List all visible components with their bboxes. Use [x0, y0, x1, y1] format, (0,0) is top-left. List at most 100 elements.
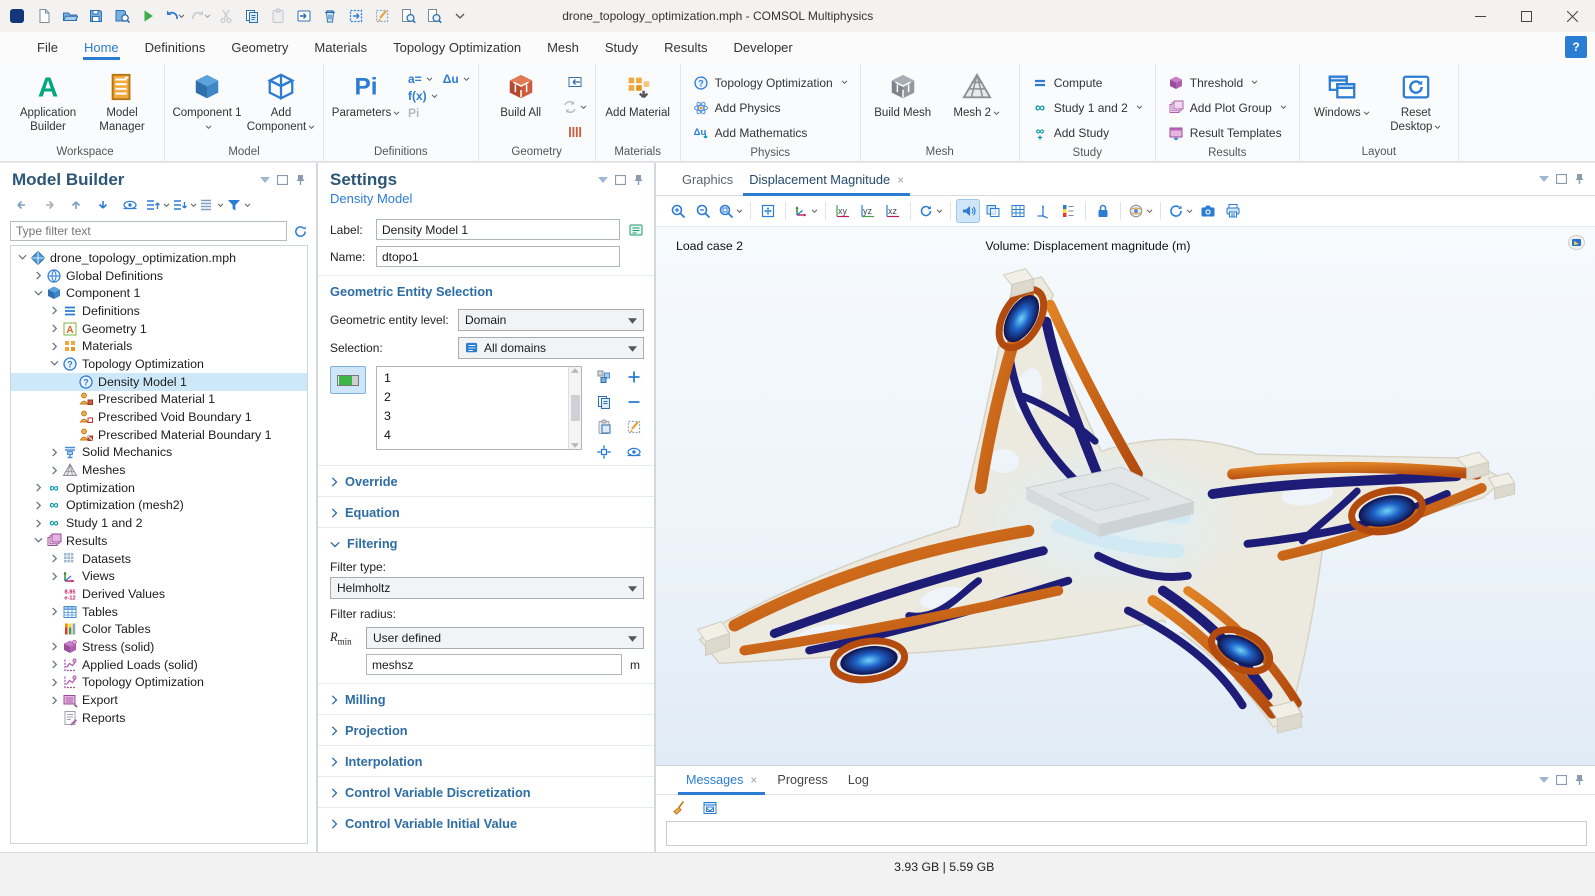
refresh-filter-icon[interactable]	[293, 224, 308, 239]
chevron-right-icon[interactable]	[47, 342, 61, 351]
panel-pin-button[interactable]	[633, 174, 644, 186]
chevron-right-icon[interactable]	[47, 554, 61, 563]
panel-float-button[interactable]	[277, 175, 288, 185]
view-xy-button[interactable]: xy	[831, 199, 855, 223]
chevron-right-icon[interactable]	[47, 607, 61, 616]
tree-item-reports[interactable]: Reports	[11, 709, 307, 727]
tree-filter-input[interactable]	[10, 221, 287, 241]
rotate-view-button[interactable]	[916, 199, 945, 223]
entity-level-select[interactable]: Domain	[458, 309, 644, 331]
menu-tab-study[interactable]: Study	[592, 34, 651, 60]
update-plot-button[interactable]	[1166, 199, 1195, 223]
copy-selection-button[interactable]	[592, 391, 616, 413]
tree-item-optimization-mesh2-[interactable]: ∞Optimization (mesh2)	[11, 497, 307, 515]
tree-item-prescribed-material-boundary-1[interactable]: Prescribed Material Boundary 1	[11, 426, 307, 444]
section-control-variable-discretization[interactable]: Control Variable Discretization	[318, 776, 654, 807]
windows-button[interactable]: Windows	[1306, 66, 1378, 120]
add-physics-button[interactable]: Add Physics	[687, 95, 854, 120]
menu-tab-results[interactable]: Results	[651, 34, 720, 60]
panel-options-button[interactable]	[260, 177, 270, 183]
menu-tab-definitions[interactable]: Definitions	[132, 34, 219, 60]
nav-forward-button[interactable]	[37, 194, 61, 216]
u-button[interactable]: Δu	[443, 72, 470, 86]
chevron-right-icon[interactable]	[31, 271, 45, 280]
copy-button[interactable]	[240, 4, 264, 28]
run-button[interactable]	[136, 4, 160, 28]
selection-select[interactable]: All domains	[458, 337, 644, 359]
tree-item-definitions[interactable]: Definitions	[11, 302, 307, 320]
panel-options-button[interactable]	[1539, 777, 1549, 783]
tree-item-topology-optimization[interactable]: Topology Optimization	[11, 674, 307, 692]
paste-selection-button[interactable]	[592, 416, 616, 438]
new-file-button[interactable]	[32, 4, 56, 28]
move-down-button[interactable]	[91, 194, 115, 216]
add-to-selection-button[interactable]	[622, 366, 646, 388]
tree-item-study-1-and-2[interactable]: ∞Study 1 and 2	[11, 514, 307, 532]
result-templates-button[interactable]: Result Templates	[1162, 120, 1293, 145]
tree-item-results[interactable]: Results	[11, 532, 307, 550]
toolbar-customize-button[interactable]	[448, 4, 472, 28]
save-button[interactable]	[84, 4, 108, 28]
open-in-window-button[interactable]	[698, 797, 722, 819]
open-file-button[interactable]	[58, 4, 82, 28]
chevron-right-icon[interactable]	[31, 519, 45, 528]
selection-list-item[interactable]: 4	[384, 426, 568, 445]
axis-orientation-button[interactable]	[1031, 199, 1055, 223]
menu-tab-developer[interactable]: Developer	[720, 34, 805, 60]
section-milling[interactable]: Milling	[318, 683, 654, 714]
color-legend-button[interactable]	[1056, 199, 1080, 223]
selection-list-item[interactable]: 2	[384, 388, 568, 407]
close-button[interactable]	[1549, 0, 1595, 32]
add-mathematics-button[interactable]: ΔuAdd Mathematics	[687, 120, 854, 145]
create-selection-button[interactable]	[592, 366, 616, 388]
view-xz-button[interactable]: xz	[881, 199, 905, 223]
Pi-button[interactable]: Pi	[408, 106, 419, 120]
import-node-button[interactable]	[292, 4, 316, 28]
section-override[interactable]: Override	[318, 465, 654, 496]
panel-float-button[interactable]	[1556, 174, 1567, 184]
tree-item-meshes[interactable]: Meshes	[11, 461, 307, 479]
fx-button[interactable]: f(x)	[408, 89, 438, 103]
redo-button[interactable]	[188, 4, 212, 28]
help-button[interactable]: ?	[1565, 36, 1587, 58]
build-all-button[interactable]: Build All	[485, 66, 557, 120]
tree-item-geometry-1[interactable]: AGeometry 1	[11, 320, 307, 338]
messages-tab-log[interactable]: Log	[838, 767, 879, 794]
chevron-right-icon[interactable]	[47, 572, 61, 581]
section-projection[interactable]: Projection	[318, 714, 654, 745]
tree-item-derived-values[interactable]: 8.85e-12Derived Values	[11, 585, 307, 603]
chevron-right-icon[interactable]	[31, 501, 45, 510]
messages-tab-messages[interactable]: Messages×	[676, 767, 767, 794]
graphics-canvas[interactable]: Load case 2 Volume: Displacement magnitu…	[656, 226, 1595, 765]
print-button[interactable]	[1221, 199, 1245, 223]
label-input[interactable]	[376, 219, 620, 240]
tree-item-views[interactable]: Views	[11, 567, 307, 585]
tree-item-topology-optimization[interactable]: ?Topology Optimization	[11, 355, 307, 373]
maximize-button[interactable]	[1503, 0, 1549, 32]
zoom-to-selection-button[interactable]	[592, 441, 616, 463]
radius-value-input[interactable]	[366, 654, 622, 675]
tree-item-drone-topology-optimization-mph[interactable]: drone_topology_optimization.mph	[11, 249, 307, 267]
chevron-down-icon[interactable]	[15, 254, 29, 261]
listbox-scrollbar[interactable]	[568, 367, 581, 449]
a-button[interactable]: a=	[408, 72, 433, 86]
panel-pin-button[interactable]	[1574, 173, 1585, 185]
mesh-2-button[interactable]: Mesh 2	[941, 66, 1013, 120]
close-tab-icon[interactable]: ×	[750, 773, 757, 787]
zoom-selection-button[interactable]	[716, 199, 745, 223]
clear-selection-button[interactable]	[370, 4, 394, 28]
panel-float-button[interactable]	[1556, 775, 1567, 785]
chevron-down-icon[interactable]	[47, 360, 61, 367]
environment-reflections-button[interactable]	[1126, 199, 1155, 223]
topology-optimization-button[interactable]: ?Topology Optimization	[687, 70, 854, 95]
application-builder-button[interactable]: AApplication Builder	[12, 66, 84, 135]
tree-item-color-tables[interactable]: Color Tables	[11, 620, 307, 638]
panel-pin-button[interactable]	[295, 174, 306, 186]
add-component-button[interactable]: Add Component	[245, 66, 317, 135]
tree-item-optimization[interactable]: ∞Optimization	[11, 479, 307, 497]
reset-desktop-button[interactable]: Reset Desktop	[1380, 66, 1452, 135]
chevron-right-icon[interactable]	[47, 696, 61, 705]
rebuild-button[interactable]	[563, 96, 587, 118]
plot-thumbnail-icon[interactable]	[1568, 235, 1585, 250]
rename-icon[interactable]	[628, 222, 644, 238]
